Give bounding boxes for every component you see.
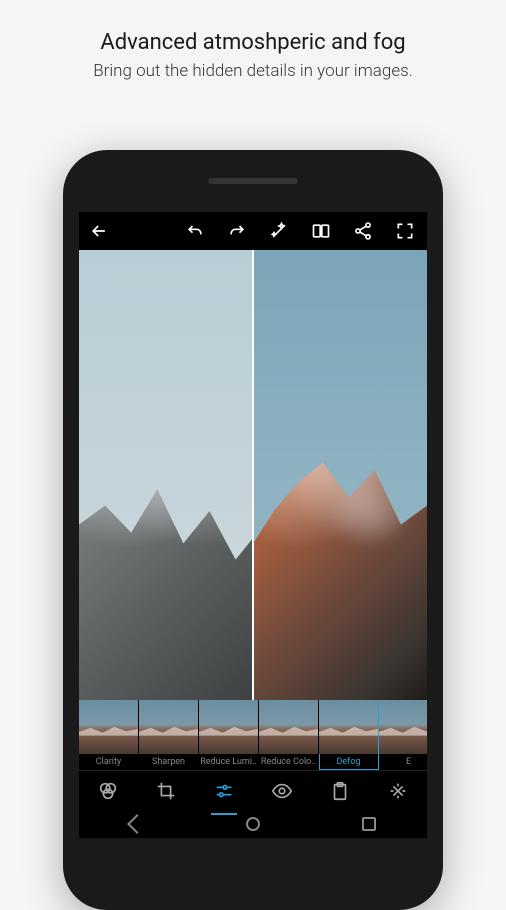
topbar xyxy=(79,212,427,250)
preset-sharpen[interactable]: Sharpen xyxy=(139,700,199,770)
promo-subline: Bring out the hidden details in your ima… xyxy=(20,61,486,81)
phone-frame: Clarity Sharpen Reduce Lumi.. Reduce Col… xyxy=(63,150,443,910)
heal-tool[interactable] xyxy=(383,776,413,806)
before-image xyxy=(79,250,253,700)
preset-strip: Clarity Sharpen Reduce Lumi.. Reduce Col… xyxy=(79,700,427,770)
adjust-tool[interactable] xyxy=(209,776,239,806)
share-icon[interactable] xyxy=(351,219,375,243)
fullscreen-icon[interactable] xyxy=(393,219,417,243)
compare-icon[interactable] xyxy=(309,219,333,243)
preset-reduce-luminance[interactable]: Reduce Lumi.. xyxy=(199,700,259,770)
image-canvas[interactable] xyxy=(79,250,427,700)
preset-defog[interactable]: Defog xyxy=(319,700,379,770)
promo-banner: Advanced atmoshperic and fog Bring out t… xyxy=(0,0,506,101)
undo-icon[interactable] xyxy=(183,219,207,243)
nav-recent-icon[interactable] xyxy=(362,817,376,831)
promo-headline: Advanced atmoshperic and fog xyxy=(20,30,486,55)
preset-reduce-color[interactable]: Reduce Colo.. xyxy=(259,700,319,770)
nav-home-icon[interactable] xyxy=(246,817,260,831)
back-button[interactable] xyxy=(87,219,111,243)
tool-bar xyxy=(79,770,427,810)
split-divider[interactable] xyxy=(252,250,254,700)
nav-back-icon[interactable] xyxy=(127,814,147,834)
looks-tool[interactable] xyxy=(93,776,123,806)
android-nav xyxy=(79,810,427,838)
preset-next[interactable]: E xyxy=(379,700,427,770)
redeye-tool[interactable] xyxy=(267,776,297,806)
preset-clarity[interactable]: Clarity xyxy=(79,700,139,770)
app-screen: Clarity Sharpen Reduce Lumi.. Reduce Col… xyxy=(79,212,427,838)
after-image xyxy=(253,250,427,700)
magic-wand-icon[interactable] xyxy=(267,219,291,243)
crop-tool[interactable] xyxy=(151,776,181,806)
redo-icon[interactable] xyxy=(225,219,249,243)
clipboard-tool[interactable] xyxy=(325,776,355,806)
